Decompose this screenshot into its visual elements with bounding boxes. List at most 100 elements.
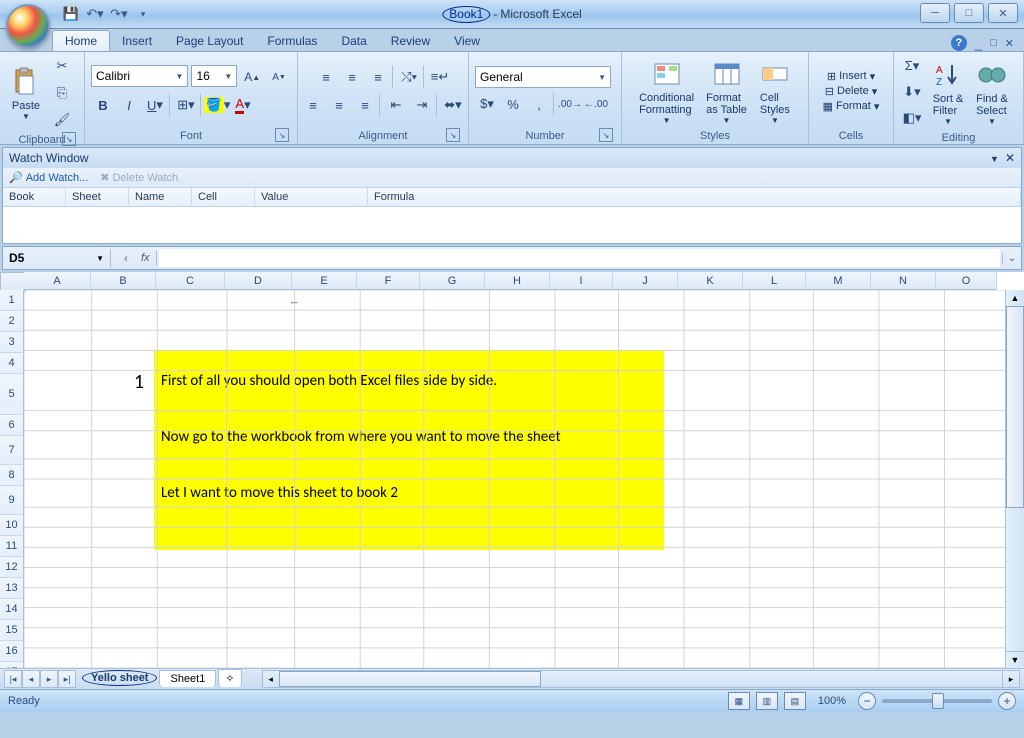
- row-header-9[interactable]: 9: [0, 486, 24, 515]
- add-watch-button[interactable]: 🔎Add Watch...: [9, 171, 88, 184]
- cell-styles-button[interactable]: Cell Styles▼: [755, 56, 795, 127]
- watch-col-book[interactable]: Book: [3, 188, 66, 206]
- percent-button[interactable]: %: [501, 92, 525, 116]
- zoom-thumb[interactable]: [932, 693, 944, 709]
- conditional-formatting-button[interactable]: Conditional Formatting▼: [635, 56, 698, 127]
- delete-cells-button[interactable]: ⊟Delete ▾: [825, 85, 878, 98]
- accounting-button[interactable]: $▾: [475, 92, 499, 116]
- help-icon[interactable]: ?: [951, 35, 967, 51]
- prev-sheet-button[interactable]: ◂: [22, 670, 40, 688]
- row-header-15[interactable]: 15: [0, 620, 24, 641]
- col-header-F[interactable]: F: [357, 272, 420, 290]
- fill-button[interactable]: ⬇▾: [900, 80, 924, 104]
- formula-expand-icon[interactable]: ⌄: [1002, 253, 1021, 264]
- col-header-M[interactable]: M: [806, 272, 871, 290]
- decrease-indent-button[interactable]: ⇤: [384, 93, 408, 117]
- first-sheet-button[interactable]: |◂: [4, 670, 22, 688]
- align-right-button[interactable]: ≡: [353, 93, 380, 117]
- scroll-up-icon[interactable]: ▲: [1006, 290, 1024, 307]
- align-top-button[interactable]: ≡: [314, 65, 338, 89]
- col-header-C[interactable]: C: [156, 272, 225, 290]
- next-sheet-button[interactable]: ▸: [40, 670, 58, 688]
- font-name-combo[interactable]: Calibri▼: [91, 65, 188, 87]
- maximize-button[interactable]: □: [954, 3, 984, 23]
- fill-color-button[interactable]: 🪣▾: [205, 93, 229, 117]
- watch-close-icon[interactable]: ✕: [1005, 151, 1015, 165]
- zoom-slider[interactable]: [882, 699, 992, 703]
- row-header-7[interactable]: 7: [0, 436, 24, 465]
- col-header-K[interactable]: K: [678, 272, 743, 290]
- close-button[interactable]: ✕: [988, 3, 1018, 23]
- page-break-view-button[interactable]: ▤: [784, 692, 806, 710]
- col-header-E[interactable]: E: [292, 272, 357, 290]
- row-header-8[interactable]: 8: [0, 465, 24, 486]
- clipboard-launcher[interactable]: ↘: [62, 132, 76, 146]
- undo-icon[interactable]: ↶▾: [86, 5, 104, 23]
- border-button[interactable]: ⊞▾: [174, 93, 201, 117]
- bold-button[interactable]: B: [91, 93, 115, 117]
- sheet-tab-sheet1[interactable]: Sheet1: [159, 670, 216, 687]
- name-box[interactable]: D5▼: [3, 249, 111, 267]
- save-icon[interactable]: 💾: [62, 5, 80, 23]
- insert-sheet-button[interactable]: ✧: [218, 669, 241, 687]
- tab-home[interactable]: Home: [52, 30, 110, 51]
- zoom-out-button[interactable]: −: [858, 692, 876, 710]
- select-all-corner[interactable]: [0, 272, 26, 292]
- watch-col-cell[interactable]: Cell: [192, 188, 255, 206]
- watch-col-formula[interactable]: Formula: [368, 188, 1021, 206]
- sheet-tab-active[interactable]: Yello sheet: [82, 670, 157, 686]
- fx-icon[interactable]: fx: [141, 252, 150, 264]
- align-bottom-button[interactable]: ≡: [366, 65, 393, 89]
- tab-page-layout[interactable]: Page Layout: [164, 31, 255, 51]
- format-cells-button[interactable]: ▦Format ▾: [823, 100, 880, 113]
- underline-button[interactable]: U▾: [143, 93, 170, 117]
- row-header-16[interactable]: 16: [0, 641, 24, 662]
- row-header-10[interactable]: 10: [0, 515, 24, 536]
- page-layout-view-button[interactable]: ▥: [756, 692, 778, 710]
- horizontal-scrollbar[interactable]: ◂ ▸: [262, 670, 1020, 688]
- sort-filter-button[interactable]: AZSort & Filter▼: [928, 57, 968, 128]
- increase-decimal-button[interactable]: .00→: [558, 92, 582, 116]
- row-header-12[interactable]: 12: [0, 557, 24, 578]
- watch-dropdown-icon[interactable]: ▼: [990, 154, 999, 164]
- find-select-button[interactable]: Find & Select▼: [972, 57, 1012, 128]
- format-as-table-button[interactable]: Format as Table▼: [702, 56, 751, 127]
- mdi-close[interactable]: ✕: [1005, 37, 1014, 50]
- vscroll-thumb[interactable]: [1006, 306, 1024, 508]
- font-size-combo[interactable]: 16▼: [191, 65, 237, 87]
- autosum-button[interactable]: Σ▾: [900, 54, 924, 78]
- number-launcher[interactable]: ↘: [599, 128, 613, 142]
- align-left-button[interactable]: ≡: [301, 93, 325, 117]
- paste-button[interactable]: Paste ▼: [6, 64, 46, 123]
- col-header-A[interactable]: A: [24, 272, 91, 290]
- tab-view[interactable]: View: [442, 31, 492, 51]
- increase-indent-button[interactable]: ⇥: [410, 93, 437, 117]
- tab-insert[interactable]: Insert: [110, 31, 164, 51]
- scroll-down-icon[interactable]: ▼: [1006, 651, 1024, 668]
- clear-button[interactable]: ◧▾: [900, 106, 924, 130]
- cancel-formula-icon[interactable]: ◐: [117, 251, 137, 265]
- shrink-font-button[interactable]: A▼: [267, 65, 291, 89]
- watch-col-name[interactable]: Name: [129, 188, 192, 206]
- font-color-button[interactable]: A▾: [231, 93, 255, 117]
- col-header-I[interactable]: I: [550, 272, 613, 290]
- align-middle-button[interactable]: ≡: [340, 65, 364, 89]
- cut-button[interactable]: ✂: [50, 54, 74, 78]
- worksheet-grid[interactable]: ABCDEFGHIJKLMNO 123456789101112131415161…: [0, 272, 1024, 668]
- hscroll-thumb[interactable]: [279, 671, 541, 687]
- decrease-decimal-button[interactable]: ←.00: [584, 92, 608, 116]
- orientation-button[interactable]: ⤭▾: [397, 65, 424, 89]
- insert-cells-button[interactable]: ⊞Insert ▾: [827, 70, 875, 83]
- tab-review[interactable]: Review: [379, 31, 442, 51]
- last-sheet-button[interactable]: ▸|: [58, 670, 76, 688]
- number-format-combo[interactable]: General▼: [475, 66, 611, 88]
- row-header-3[interactable]: 3: [0, 332, 24, 353]
- mdi-restore[interactable]: □: [990, 37, 997, 49]
- scroll-right-icon[interactable]: ▸: [1002, 671, 1019, 687]
- col-header-H[interactable]: H: [485, 272, 550, 290]
- scroll-left-icon[interactable]: ◂: [263, 671, 280, 687]
- minimize-button[interactable]: ─: [920, 3, 950, 23]
- col-header-N[interactable]: N: [871, 272, 936, 290]
- zoom-in-button[interactable]: +: [998, 692, 1016, 710]
- row-header-13[interactable]: 13: [0, 578, 24, 599]
